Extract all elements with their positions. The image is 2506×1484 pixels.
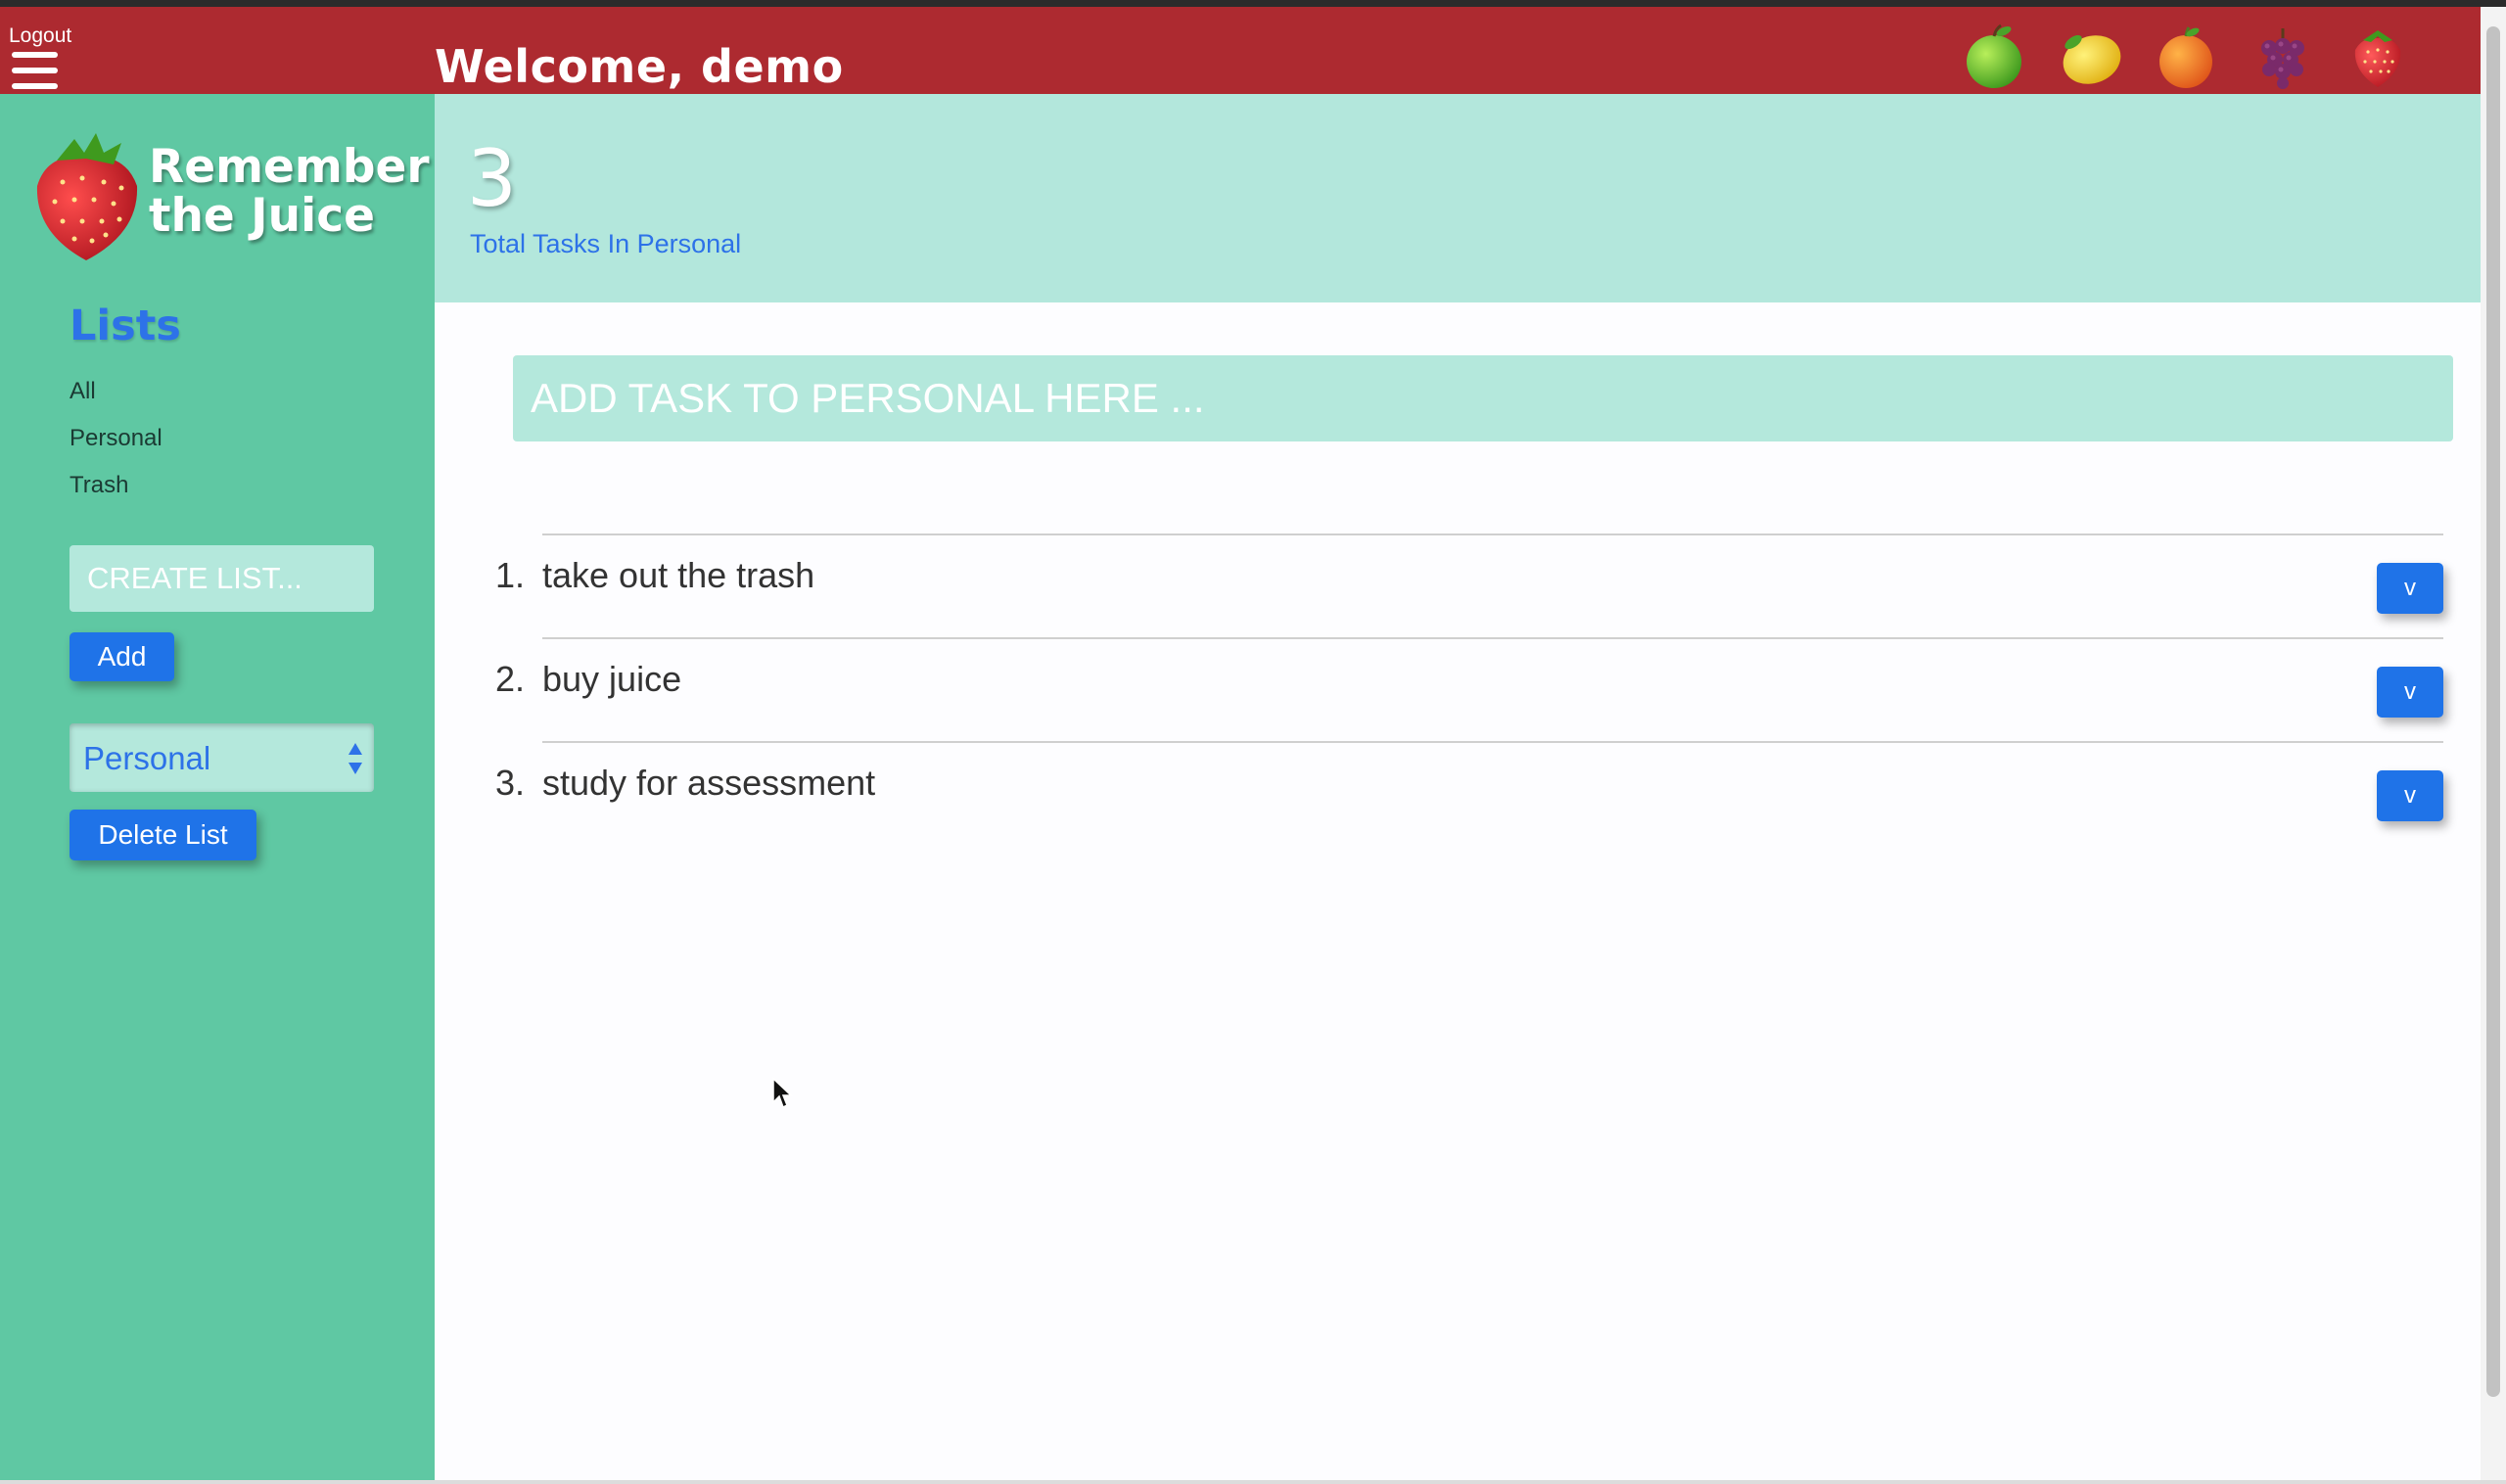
list-select-value: Personal (83, 740, 211, 776)
task-number: 2. (495, 659, 526, 699)
list-link-trash[interactable]: Trash (70, 472, 128, 499)
brand-logo[interactable]: Remember the Juice (27, 121, 430, 268)
strawberry-logo-icon (36, 133, 138, 260)
welcome-title: Welcome, demo (435, 40, 844, 93)
brand-line-1: Remember (149, 140, 430, 194)
sidebar: Remember the Juice Lists All Personal Tr… (0, 94, 435, 1484)
orange-icon (2159, 26, 2212, 88)
task-stats: 3 Total Tasks In Personal (435, 94, 2481, 302)
list-select[interactable]: Personal (70, 723, 374, 792)
strawberry-icon (2354, 30, 2401, 87)
total-task-label: Total Tasks In Personal (470, 229, 742, 258)
window-top-edge (0, 0, 2506, 7)
top-bar: Logout Welcome, demo (0, 7, 2481, 94)
task-text[interactable]: buy juice (542, 659, 681, 700)
vertical-scrollbar[interactable] (2481, 7, 2506, 1484)
green-apple-icon (1967, 23, 2021, 88)
task-expand-button[interactable]: v (2377, 667, 2443, 718)
window-bottom-edge (0, 1480, 2506, 1484)
lemon-icon (2063, 34, 2121, 84)
task-text[interactable]: take out the trash (542, 555, 814, 596)
mouse-pointer-icon (772, 1077, 793, 1109)
brand-line-2: the Juice (149, 189, 375, 243)
brand-name: Remember the Juice (149, 143, 430, 241)
create-list-input[interactable] (70, 545, 374, 612)
list-link-personal[interactable]: Personal (70, 425, 162, 452)
logout-link[interactable]: Logout (9, 24, 71, 48)
task-expand-button[interactable]: v (2377, 770, 2443, 821)
delete-list-button[interactable]: Delete List (70, 810, 256, 860)
task-row: 3. study for assessment v (495, 741, 2443, 845)
grapes-icon (2261, 28, 2304, 89)
task-row: 2. buy juice v (495, 637, 2443, 741)
hamburger-menu-icon[interactable] (12, 52, 58, 93)
task-row: 1. take out the trash v (495, 533, 2443, 637)
list-link-all[interactable]: All (70, 378, 96, 405)
total-task-count: 3 (467, 133, 517, 224)
fruit-icons (1960, 21, 2412, 93)
add-list-button[interactable]: Add (70, 632, 174, 681)
task-expand-button[interactable]: v (2377, 563, 2443, 614)
lists-heading: Lists (70, 301, 181, 350)
task-text[interactable]: study for assessment (542, 763, 875, 804)
scrollbar-thumb[interactable] (2486, 26, 2500, 1397)
app-page: Logout Welcome, demo Remember the Juice … (0, 0, 2506, 1484)
task-number: 1. (495, 555, 526, 595)
task-number: 3. (495, 763, 526, 803)
add-task-input[interactable] (513, 355, 2453, 441)
select-arrows-icon (348, 743, 362, 774)
task-area: 1. take out the trash v 2. buy juice v 3… (435, 302, 2481, 1484)
